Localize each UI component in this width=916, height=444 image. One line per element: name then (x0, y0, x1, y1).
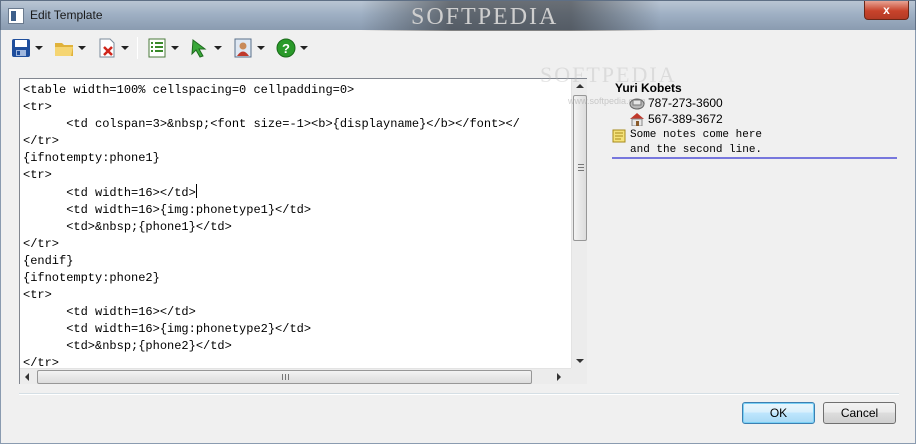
list-icon (148, 38, 166, 58)
template-preview: Yuri Kobets 787-273-3600 567-389-3672 So… (610, 78, 900, 162)
close-button[interactable]: x (864, 1, 909, 20)
cancel-button[interactable]: Cancel (823, 402, 896, 424)
code-line[interactable]: {ifnotempty:phone1} (23, 150, 571, 167)
toolbar-separator (137, 37, 138, 59)
list-button[interactable] (144, 35, 181, 61)
app-icon (8, 8, 24, 24)
home-icon (630, 113, 644, 126)
preview-display-name: Yuri Kobets (615, 81, 682, 95)
vertical-scroll-thumb[interactable] (573, 95, 587, 241)
code-line[interactable]: {endif} (23, 253, 571, 270)
toolbar: ? (8, 34, 316, 62)
code-line[interactable]: <td width=16></td> (23, 304, 571, 321)
preview-phone1-row: 787-273-3600 (629, 96, 723, 110)
code-line[interactable]: {ifnotempty:phone2} (23, 270, 571, 287)
delete-dropdown-icon[interactable] (121, 46, 129, 50)
open-folder-icon (55, 43, 73, 56)
code-line[interactable]: <td width=16>{img:phonetype2}</td> (23, 321, 571, 338)
list-dropdown-icon[interactable] (171, 46, 179, 50)
scroll-right-icon[interactable] (557, 373, 561, 381)
open-button[interactable] (51, 35, 88, 61)
grip-icon (578, 164, 584, 171)
pointer-arrow-icon (191, 39, 207, 58)
ok-button[interactable]: OK (742, 402, 815, 424)
note-icon (612, 129, 626, 143)
code-line[interactable]: <td width=16></td> (23, 184, 571, 202)
pointer-button[interactable] (187, 35, 224, 61)
phone-icon (629, 98, 645, 110)
scroll-corner (571, 368, 587, 384)
contact-button[interactable] (230, 35, 267, 61)
code-line[interactable]: <td width=16>{img:phonetype1}</td> (23, 202, 571, 219)
help-dropdown-icon[interactable] (300, 46, 308, 50)
preview-phone2-row: 567-389-3672 (629, 112, 723, 126)
save-icon (12, 39, 30, 57)
help-button[interactable]: ? (273, 35, 310, 61)
code-line[interactable]: </tr> (23, 355, 571, 366)
code-line[interactable]: <table width=100% cellspacing=0 cellpadd… (23, 82, 571, 99)
code-line[interactable]: </tr> (23, 133, 571, 150)
template-editor[interactable]: <table width=100% cellspacing=0 cellpadd… (19, 78, 587, 384)
svg-text:?: ? (282, 41, 290, 56)
save-button[interactable] (8, 35, 45, 61)
title-bar: SOFTPEDIA Edit Template x (0, 0, 916, 31)
horizontal-scroll-thumb[interactable] (37, 370, 532, 384)
preview-notes: Some notes come here and the second line… (630, 129, 763, 156)
grip-icon (282, 374, 289, 380)
open-dropdown-icon[interactable] (78, 46, 86, 50)
vertical-scrollbar[interactable] (571, 79, 587, 368)
delete-button[interactable] (94, 35, 131, 61)
window-title: Edit Template (30, 8, 103, 22)
code-line[interactable]: <tr> (23, 99, 571, 116)
code-line[interactable]: <tr> (23, 287, 571, 304)
delete-document-icon (99, 38, 115, 58)
code-line[interactable]: <tr> (23, 167, 571, 184)
horizontal-scrollbar[interactable] (20, 368, 571, 384)
pointer-dropdown-icon[interactable] (214, 46, 222, 50)
preview-phone2: 567-389-3672 (648, 112, 723, 126)
scroll-down-icon[interactable] (576, 359, 584, 363)
template-code-area[interactable]: <table width=100% cellspacing=0 cellpadd… (23, 82, 571, 366)
code-line[interactable]: <td>&nbsp;{phone2}</td> (23, 338, 571, 355)
code-line[interactable]: </tr> (23, 236, 571, 253)
preview-phone1: 787-273-3600 (648, 96, 723, 110)
contact-card-icon (234, 38, 252, 58)
preview-separator (612, 157, 897, 159)
text-cursor (195, 184, 197, 198)
help-icon: ? (276, 38, 296, 58)
save-dropdown-icon[interactable] (35, 46, 43, 50)
scroll-left-icon[interactable] (25, 373, 29, 381)
code-line[interactable]: <td>&nbsp;{phone1}</td> (23, 219, 571, 236)
footer-divider (19, 393, 899, 395)
contact-dropdown-icon[interactable] (257, 46, 265, 50)
code-line[interactable]: <td colspan=3>&nbsp;<font size=-1><b>{di… (23, 116, 571, 133)
title-watermark: SOFTPEDIA (361, 1, 661, 31)
